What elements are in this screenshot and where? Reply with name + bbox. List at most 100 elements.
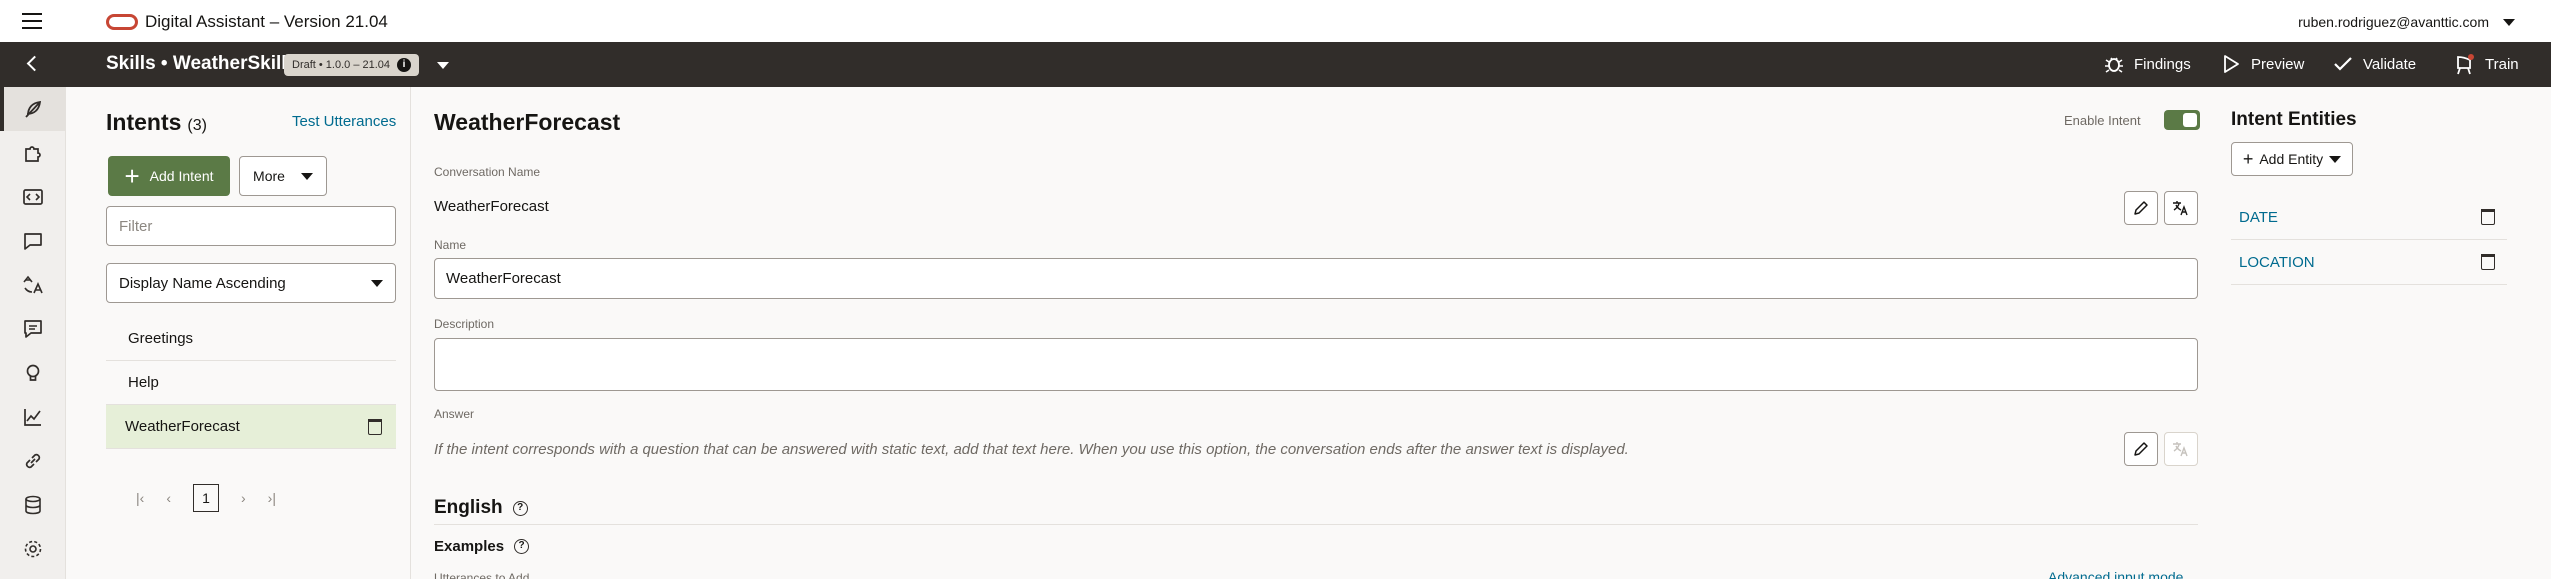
language-section-title: English ? — [434, 497, 528, 519]
entity-item-label[interactable]: DATE — [2239, 209, 2278, 226]
help-icon[interactable]: ? — [514, 539, 530, 554]
rail-item-quality[interactable] — [0, 307, 66, 351]
intents-title: Intents (3) — [106, 109, 207, 136]
next-page-icon[interactable]: › — [241, 490, 246, 506]
divider — [434, 524, 2198, 525]
bulb-icon — [26, 364, 40, 381]
more-label: More — [253, 168, 285, 184]
conversation-name-label: Conversation Name — [434, 165, 541, 179]
prev-page-icon[interactable]: ‹ — [166, 490, 171, 506]
sort-select[interactable]: Display Name Ascending — [106, 263, 396, 303]
bug-icon — [2104, 54, 2124, 74]
train-label: Train — [2485, 55, 2519, 73]
intent-item-greetings[interactable]: Greetings — [106, 317, 396, 361]
intent-detail: WeatherForecast Enable Intent Conversati… — [411, 87, 2211, 579]
language-title: English — [434, 497, 503, 518]
examples-section-title: Examples ? — [434, 538, 530, 555]
train-button[interactable]: Train — [2455, 54, 2519, 75]
preview-button[interactable]: Preview — [2221, 54, 2304, 74]
translate-icon — [2173, 201, 2188, 216]
intent-item-weatherforecast[interactable]: WeatherForecast — [106, 405, 396, 449]
skill-title: Skills • WeatherSkill — [106, 53, 287, 74]
rail-item-resource-bundles[interactable] — [0, 219, 66, 263]
more-button[interactable]: More — [239, 156, 327, 196]
rail-item-components[interactable] — [0, 439, 66, 483]
back-arrow-icon[interactable] — [24, 55, 42, 73]
rail-item-settings[interactable] — [0, 527, 66, 571]
add-intent-button[interactable]: + Add Intent — [108, 156, 230, 196]
chevron-down-icon — [371, 279, 383, 287]
feather-icon — [25, 100, 42, 118]
translate-icon — [2173, 442, 2188, 457]
intents-count: (3) — [187, 117, 207, 134]
entity-item-location[interactable]: LOCATION — [2231, 240, 2507, 285]
user-name: ruben.rodriguez@avanttic.com — [2298, 14, 2489, 30]
findings-button[interactable]: Findings — [2104, 54, 2191, 74]
rail-item-insights[interactable] — [0, 351, 66, 395]
enable-intent-label: Enable Intent — [2064, 113, 2141, 128]
chevron-down-icon — [2329, 155, 2342, 163]
entity-list: DATE LOCATION — [2231, 195, 2507, 285]
intents-panel: Intents (3) Test Utterances + Add Intent … — [66, 87, 411, 579]
rail-item-entities[interactable] — [0, 131, 66, 175]
pencil-icon — [2134, 442, 2148, 456]
hamburger-menu-icon[interactable] — [22, 13, 42, 29]
enable-intent-toggle[interactable] — [2164, 110, 2200, 130]
version-badge-label: Draft • 1.0.0 – 21.04 — [292, 59, 391, 71]
intent-item-help[interactable]: Help — [106, 361, 396, 405]
last-page-icon[interactable]: ›| — [268, 490, 276, 506]
version-dropdown-icon[interactable] — [437, 62, 449, 69]
translate-icon — [23, 275, 43, 294]
first-page-icon[interactable]: |‹ — [136, 490, 144, 506]
intent-title: WeatherForecast — [434, 109, 621, 135]
chevron-down-icon — [300, 172, 313, 180]
rail-item-data[interactable] — [0, 483, 66, 527]
user-menu[interactable]: ruben.rodriguez@avanttic.com — [2298, 14, 2515, 30]
skill-header: Skills • WeatherSkill Draft • 1.0.0 – 21… — [0, 42, 2551, 87]
utterances-label: Utterances to Add — [434, 571, 530, 579]
filter-input[interactable] — [106, 206, 396, 246]
plus-icon: + — [124, 161, 140, 191]
intent-entities-title: Intent Entities — [2231, 109, 2357, 130]
intent-item-label: WeatherForecast — [125, 418, 240, 435]
intent-entities-panel: Intent Entities + Add Entity DATE LOCATI… — [2211, 87, 2551, 579]
chat-icon — [24, 233, 42, 250]
page-number[interactable]: 1 — [192, 484, 219, 512]
add-intent-label: Add Intent — [149, 168, 214, 184]
translate-answer-button — [2164, 432, 2198, 466]
test-utterances-link[interactable]: Test Utterances — [292, 113, 396, 130]
rail-item-analytics[interactable] — [0, 395, 66, 439]
conversation-name-value: WeatherForecast — [434, 198, 549, 215]
edit-conversation-name-button[interactable] — [2124, 191, 2158, 225]
edit-answer-button[interactable] — [2124, 432, 2158, 466]
add-entity-label: Add Entity — [2259, 151, 2324, 167]
entity-item-label[interactable]: LOCATION — [2239, 254, 2315, 271]
answer-label: Answer — [434, 407, 475, 421]
translate-conversation-name-button[interactable] — [2164, 191, 2198, 225]
name-input[interactable]: WeatherForecast — [434, 258, 2198, 299]
rail-item-translate[interactable] — [0, 263, 66, 307]
add-entity-button[interactable]: + Add Entity — [2231, 142, 2353, 176]
entity-item-date[interactable]: DATE — [2231, 195, 2507, 240]
description-input[interactable] — [434, 338, 2198, 391]
nav-rail — [0, 87, 66, 579]
database-icon — [25, 495, 41, 515]
intents-title-text: Intents — [106, 109, 182, 135]
sort-select-value: Display Name Ascending — [119, 274, 286, 292]
rail-item-flows[interactable] — [0, 175, 66, 219]
app-title: Digital Assistant – Version 21.04 — [145, 12, 388, 31]
gear-icon — [24, 540, 42, 558]
findings-label: Findings — [2134, 55, 2191, 73]
answer-hint: If the intent corresponds with a questio… — [434, 441, 1629, 458]
advanced-input-mode-link[interactable]: Advanced input mode — [2048, 569, 2183, 579]
rail-item-intents[interactable] — [0, 87, 66, 131]
trash-icon[interactable] — [2481, 254, 2495, 270]
description-label: Description — [434, 317, 495, 331]
trash-icon[interactable] — [2481, 209, 2495, 225]
info-icon[interactable]: i — [397, 58, 412, 72]
intent-item-label: Greetings — [128, 330, 194, 347]
validate-button[interactable]: Validate — [2333, 54, 2416, 74]
trash-icon[interactable] — [368, 419, 382, 435]
name-input-value: WeatherForecast — [446, 270, 561, 287]
help-icon[interactable]: ? — [512, 500, 528, 516]
